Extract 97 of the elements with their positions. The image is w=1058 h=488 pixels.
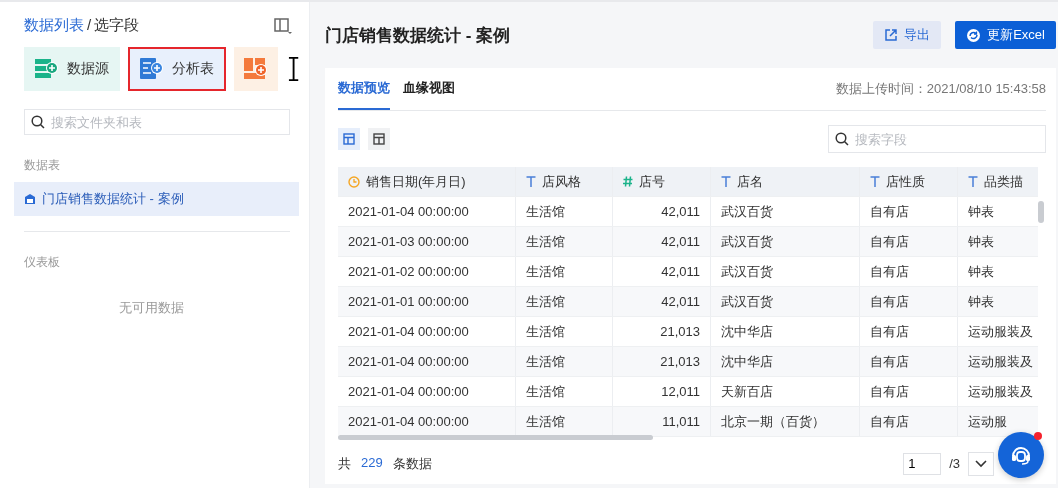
chevron-down-icon	[975, 459, 987, 468]
section-title: 数据表	[24, 157, 61, 174]
table-cell: 武汉百货	[711, 287, 860, 316]
table-cell: 42,011	[613, 257, 711, 286]
table-cell: 生活馆	[516, 377, 613, 406]
table-cell: 2021-01-04 00:00:00	[338, 377, 516, 406]
table-cell: 生活馆	[516, 347, 613, 376]
table-cell: 运动服装及	[958, 317, 1038, 346]
table-cell: 自有店	[860, 287, 958, 316]
table-cell: 天新百店	[711, 377, 860, 406]
column-header: 销售日期(年月日)	[338, 167, 516, 196]
table-cell: 2021-01-01 00:00:00	[338, 287, 516, 316]
table-cell: 钟表	[958, 227, 1038, 256]
column-header: 品类描	[958, 167, 1038, 196]
table-cell: 21,013	[613, 347, 711, 376]
table-cell: 自有店	[860, 347, 958, 376]
table-cell: 42,011	[613, 287, 711, 316]
number-type-icon	[623, 176, 633, 187]
table-cell: 运动服装及	[958, 347, 1038, 376]
table-cell: 42,011	[613, 227, 711, 256]
table-cell: 2021-01-04 00:00:00	[338, 197, 516, 226]
excel-file-icon	[24, 193, 36, 205]
upload-time: 数据上传时间：2021/08/10 15:43:58	[835, 80, 1046, 98]
table-cell: 沈中华店	[711, 317, 860, 346]
search-icon	[835, 132, 849, 146]
table-cell: 生活馆	[516, 317, 613, 346]
update-excel-button[interactable]: 更新Excel	[955, 21, 1056, 49]
table-cell: 运动服装及	[958, 377, 1038, 406]
breadcrumb-current: 选字段	[94, 16, 140, 35]
breadcrumb-separator: /	[87, 16, 92, 35]
page-input[interactable]: 1	[903, 452, 942, 475]
tab[interactable]: 数据预览	[338, 68, 390, 110]
table-cell: 武汉百货	[711, 197, 860, 226]
table-cell: 2021-01-03 00:00:00	[338, 227, 516, 256]
table-add-icon	[139, 58, 164, 80]
table-cell: 2021-01-04 00:00:00	[338, 317, 516, 346]
tab[interactable]: 血缘视图	[403, 68, 468, 110]
table-cell: 自有店	[860, 197, 958, 226]
text-type-icon	[526, 176, 536, 187]
section-title: 仪表板	[24, 254, 61, 271]
export-button[interactable]: 导出	[873, 21, 942, 49]
datasource-button[interactable]: 数据源	[24, 47, 121, 91]
table-cell: 钟表	[958, 257, 1038, 286]
search-icon	[31, 115, 45, 129]
total-label: 条数据	[392, 454, 432, 473]
table-cell: 21,013	[613, 317, 711, 346]
table-cell: 2021-01-02 00:00:00	[338, 257, 516, 286]
table-cell: 生活馆	[516, 287, 613, 316]
table-cell: 生活馆	[516, 257, 613, 286]
text-type-icon	[721, 176, 731, 187]
table-cell: 自有店	[860, 407, 958, 436]
page-count: /3	[949, 456, 960, 471]
table-cell: 钟表	[958, 287, 1038, 316]
dashboard-button[interactable]	[233, 47, 278, 91]
table-cell: 42,011	[613, 197, 711, 226]
table-cell: 自有店	[860, 227, 958, 256]
table-cell: 生活馆	[516, 197, 613, 226]
column-header: 店名	[711, 167, 860, 196]
table-view-button[interactable]	[338, 128, 360, 150]
table-cell: 武汉百货	[711, 227, 860, 256]
page-title: 门店销售数据统计 - 案例	[325, 24, 511, 47]
field-search-field[interactable]: 搜索字段	[828, 125, 1046, 153]
sidebar-search-field[interactable]: 搜索文件夹和表	[24, 109, 290, 135]
scrollbar-thumb[interactable]	[338, 435, 653, 440]
refresh-icon	[966, 27, 982, 43]
table-cell: 自有店	[860, 317, 958, 346]
column-header: 店号	[613, 167, 711, 196]
column-header: 店风格	[516, 167, 613, 196]
table-cell: 沈中华店	[711, 347, 860, 376]
export-icon	[884, 28, 899, 42]
table-cell: 12,011	[613, 377, 711, 406]
panel-layout-icon[interactable]	[273, 16, 293, 35]
next-page-button[interactable]	[968, 451, 994, 476]
text-cursor-icon	[287, 56, 299, 82]
table-cell: 2021-01-04 00:00:00	[338, 347, 516, 376]
text-type-icon	[968, 176, 978, 187]
notification-dot	[1034, 432, 1042, 440]
table-cell: 自有店	[860, 377, 958, 406]
scrollbar-thumb[interactable]	[1038, 201, 1044, 223]
total-count: 229	[361, 454, 383, 472]
layout-icon	[373, 133, 385, 145]
table-cell: 生活馆	[516, 227, 613, 256]
analysis-table-button[interactable]: 分析表	[128, 47, 226, 91]
breadcrumb-link[interactable]: 数据列表	[24, 16, 84, 35]
database-add-icon	[35, 58, 59, 80]
dashboard-add-icon	[243, 58, 268, 80]
table-icon	[343, 133, 355, 145]
column-header: 店性质	[860, 167, 958, 196]
clock-icon	[348, 175, 360, 188]
table-cell: 北京一期（百货）	[711, 407, 860, 436]
total-label: 共	[338, 454, 351, 473]
text-type-icon	[870, 176, 880, 187]
empty-message: 无可用数据	[118, 299, 185, 317]
table-cell: 武汉百货	[711, 257, 860, 286]
table-cell: 自有店	[860, 257, 958, 286]
layout-view-button[interactable]	[368, 128, 390, 150]
table-list-item[interactable]: 门店销售数据统计 - 案例	[14, 182, 299, 216]
